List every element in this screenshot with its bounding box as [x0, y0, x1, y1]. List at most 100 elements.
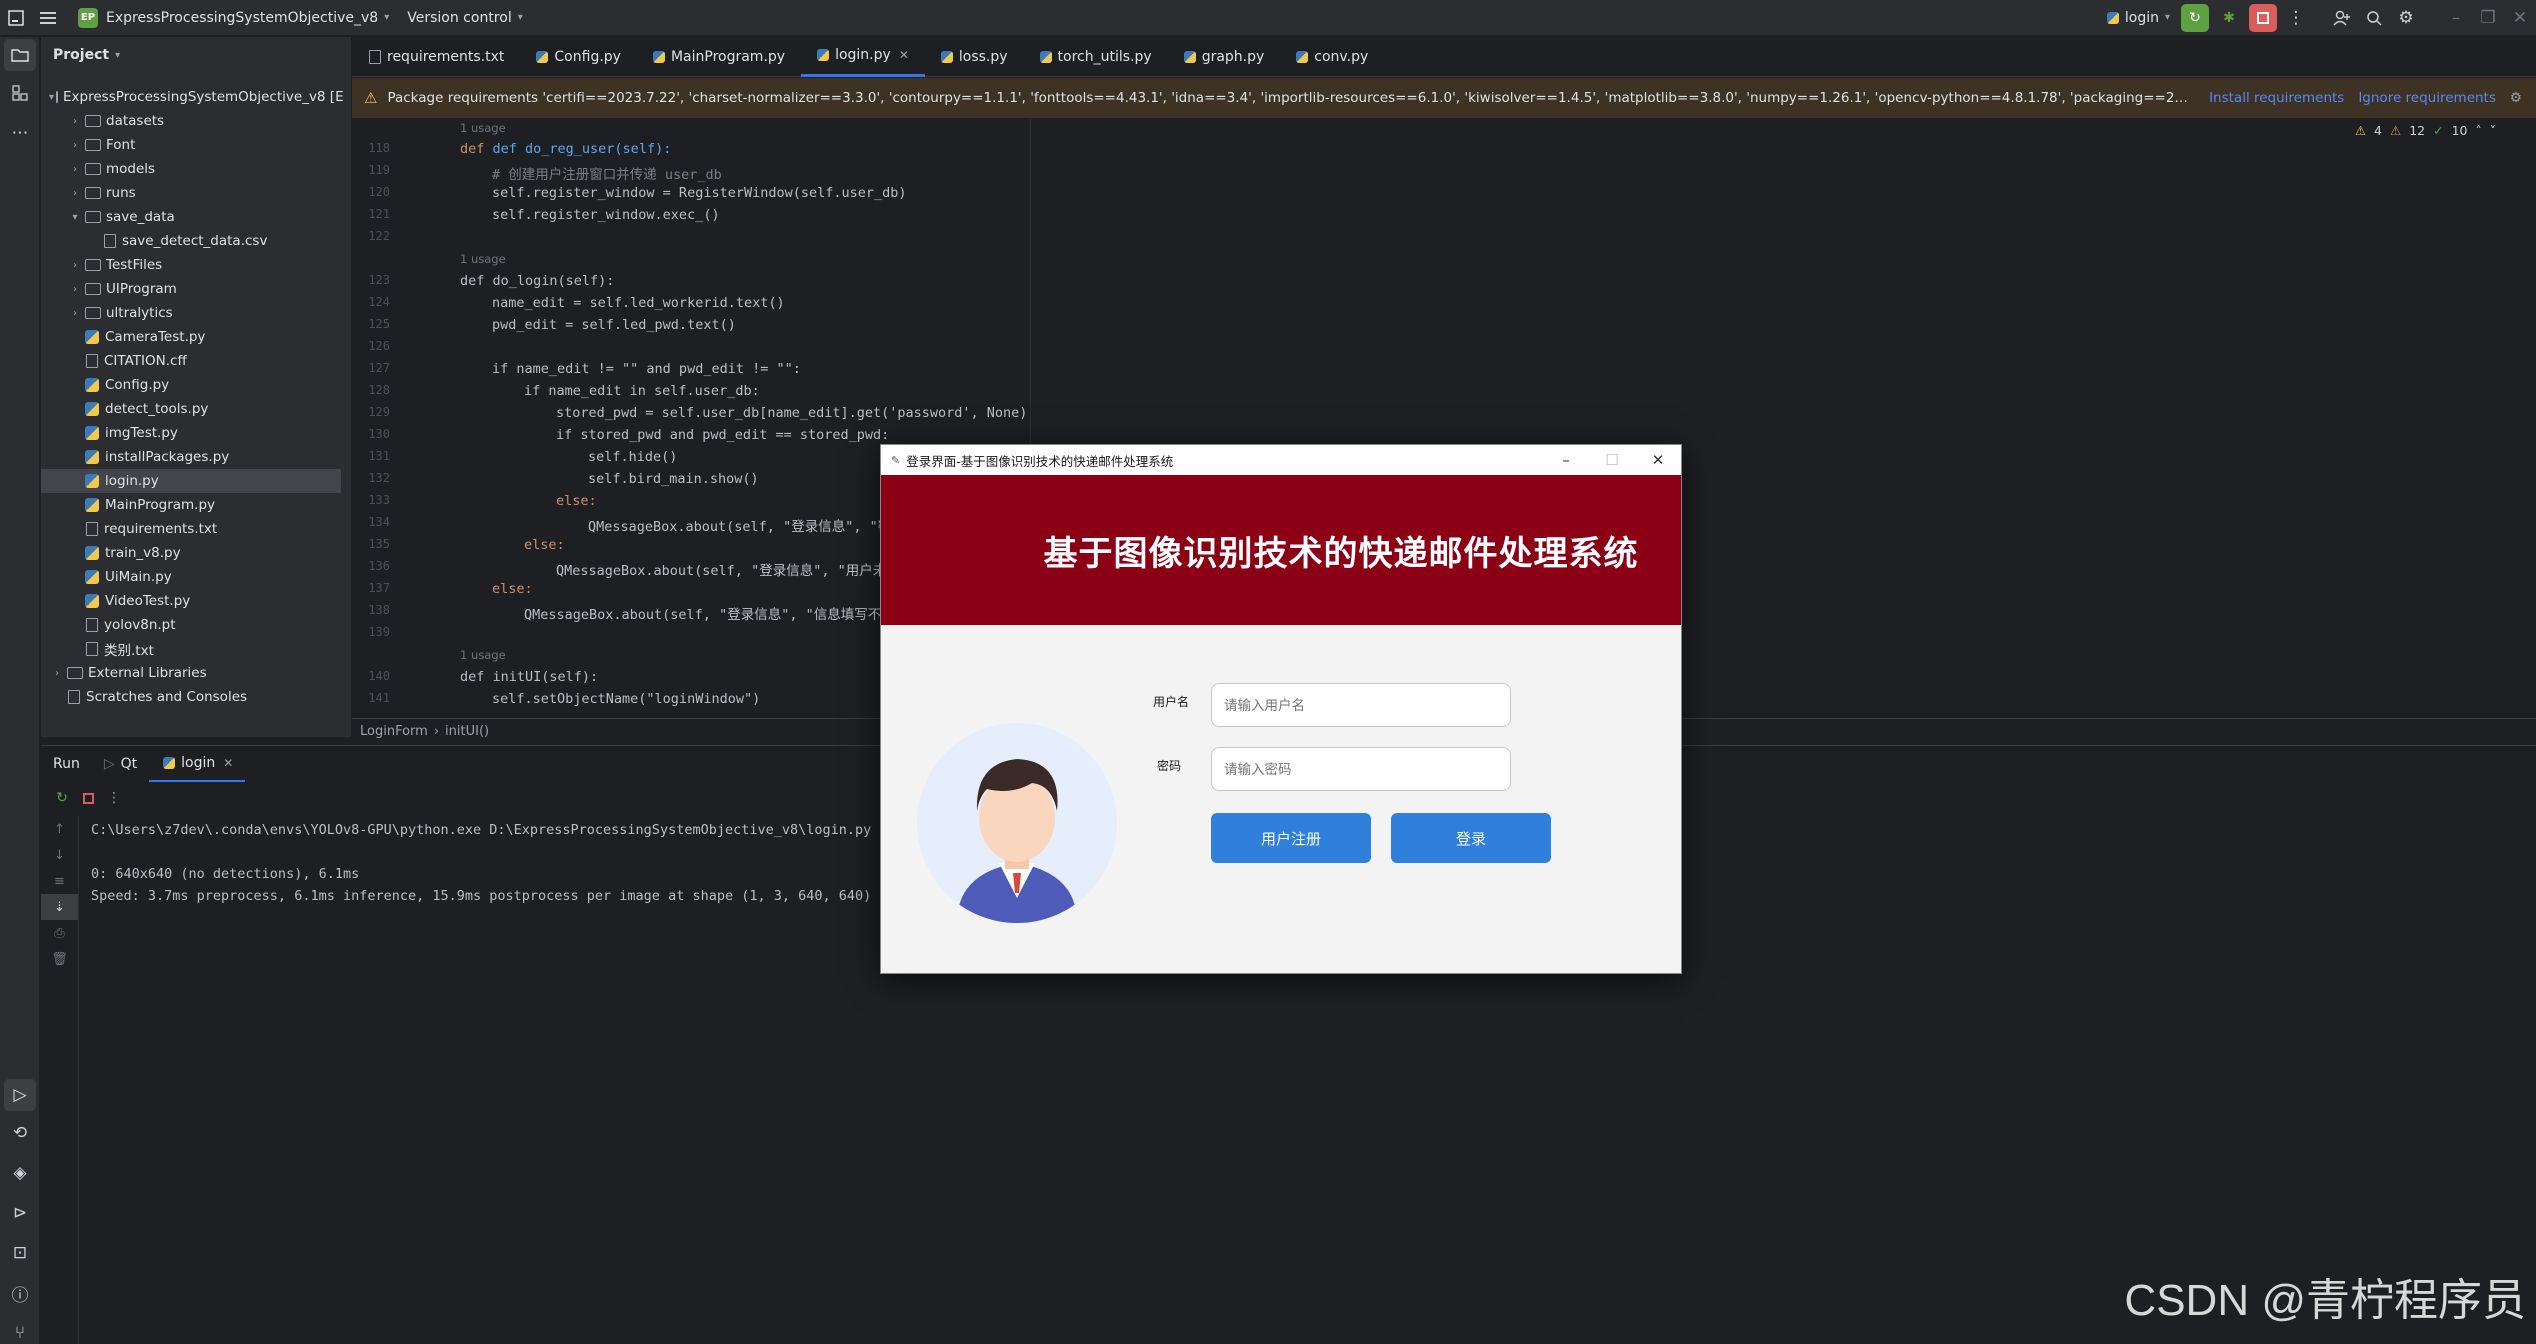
scroll-to-end-icon[interactable]: ⇣	[41, 894, 78, 920]
tab-graph-py[interactable]: graph.py	[1168, 37, 1281, 77]
tree-item-label: Scratches and Consoles	[86, 689, 248, 705]
tab-torch_utils-py[interactable]: torch_utils.py	[1024, 37, 1168, 77]
arrow-up-icon[interactable]: ↑	[41, 816, 78, 842]
vcs-selector[interactable]: Version control ▾	[407, 0, 523, 36]
minimize-icon[interactable]: –	[2440, 0, 2472, 36]
chevron-icon[interactable]: ›	[67, 188, 83, 199]
python-packages-icon[interactable]: ⟲	[0, 1113, 40, 1153]
tab-conv-py[interactable]: conv.py	[1280, 37, 1384, 77]
debug-icon[interactable]: ✱	[2215, 4, 2243, 32]
more-horizontal-icon[interactable]: ⋯	[0, 113, 40, 153]
chevron-icon[interactable]: ›	[67, 284, 83, 295]
chevron-icon[interactable]: ›	[67, 260, 83, 271]
chevron-icon[interactable]: ›	[67, 164, 83, 175]
structure-icon[interactable]	[0, 73, 40, 113]
more-vertical-icon[interactable]: ⋮	[101, 790, 127, 806]
trash-icon[interactable]: 🗑	[41, 946, 78, 972]
chevron-icon[interactable]: ›	[67, 116, 83, 127]
stop-icon[interactable]	[2249, 3, 2277, 32]
project-selector[interactable]: EP ExpressProcessingSystemObjective_v8 ▾	[78, 0, 389, 36]
tree-item[interactable]: Config.py	[41, 373, 341, 397]
breadcrumb-class[interactable]: LoginForm	[360, 724, 428, 739]
layers-icon[interactable]: ◈	[0, 1153, 40, 1193]
stop-icon[interactable]	[75, 792, 101, 804]
chevron-down-icon[interactable]: ˅	[2490, 123, 2496, 138]
tree-item[interactable]: Scratches and Consoles	[41, 685, 341, 709]
tree-item[interactable]: ▾ save_data	[41, 205, 341, 229]
run-config-selector[interactable]: login ▾	[2105, 0, 2170, 36]
tree-item[interactable]: › runs	[41, 181, 341, 205]
project-panel-header[interactable]: Project ▾	[41, 37, 351, 73]
chevron-icon[interactable]: ›	[67, 308, 83, 319]
more-vertical-icon[interactable]: ⋮	[2280, 0, 2312, 36]
tree-item[interactable]: UiMain.py	[41, 565, 341, 589]
tree-item[interactable]: train_v8.py	[41, 541, 341, 565]
python-file-icon	[85, 498, 99, 512]
close-icon[interactable]: ✕	[899, 48, 909, 62]
terminal-icon[interactable]: ⊡	[0, 1233, 40, 1273]
tree-item[interactable]: installPackages.py	[41, 445, 341, 469]
close-icon[interactable]: ✕	[2504, 0, 2536, 36]
tree-item[interactable]: ▾ ExpressProcessingSystemObjective_v8 [E	[41, 85, 344, 109]
tree-item[interactable]: › models	[41, 157, 341, 181]
services-icon[interactable]: ⊳	[0, 1193, 40, 1233]
chevron-icon[interactable]: ›	[49, 668, 65, 679]
tree-item[interactable]: save_detect_data.csv	[41, 229, 341, 253]
tree-item[interactable]: requirements.txt	[41, 517, 341, 541]
close-icon[interactable]: ✕	[223, 756, 233, 770]
restore-icon[interactable]: ❐	[2472, 0, 2504, 36]
tab-login-py[interactable]: login.py ✕	[801, 36, 925, 77]
tab-requirements-txt[interactable]: requirements.txt	[352, 37, 520, 77]
problems-icon[interactable]: ⓘ	[0, 1273, 40, 1313]
rerun-icon[interactable]: ↻	[49, 790, 75, 806]
maximize-icon[interactable]: ☐	[1589, 451, 1635, 469]
folder-icon[interactable]	[4, 39, 36, 71]
tree-item[interactable]: › datasets	[41, 109, 341, 133]
tree-item[interactable]: › TestFiles	[41, 253, 341, 277]
inspection-widget[interactable]: ⚠ 4 ⚠ 12 ✓ 10 ˄ ˅	[2355, 123, 2496, 138]
tab-loss-py[interactable]: loss.py	[925, 37, 1024, 77]
main-menu-icon[interactable]	[32, 0, 64, 36]
tree-item[interactable]: imgTest.py	[41, 421, 341, 445]
git-icon[interactable]: ⑂	[0, 1313, 40, 1344]
gear-icon[interactable]: ⚙	[2390, 0, 2422, 36]
close-icon[interactable]: ✕	[1635, 451, 1681, 469]
tree-item[interactable]: › External Libraries	[41, 661, 341, 685]
tab-qt[interactable]: ▷ Qt	[92, 746, 149, 782]
register-button[interactable]: 用户注册	[1211, 813, 1371, 863]
arrow-down-icon[interactable]: ↓	[41, 842, 78, 868]
gear-icon[interactable]: ⚙	[2510, 90, 2522, 106]
breadcrumb-method[interactable]: initUI()	[445, 724, 489, 739]
tree-item[interactable]: MainProgram.py	[41, 493, 341, 517]
tree-item[interactable]: › Font	[41, 133, 341, 157]
tree-item[interactable]: yolov8n.pt	[41, 613, 341, 637]
add-user-icon[interactable]	[2326, 0, 2358, 36]
password-input[interactable]	[1211, 747, 1511, 791]
minimize-icon[interactable]: –	[1543, 451, 1589, 469]
tree-item[interactable]: login.py	[41, 469, 341, 493]
tab-login[interactable]: login ✕	[149, 746, 246, 782]
username-input[interactable]	[1211, 683, 1511, 727]
login-button[interactable]: 登录	[1391, 813, 1551, 863]
code-line: self.hide()	[588, 449, 678, 465]
tree-item[interactable]: › ultralytics	[41, 301, 341, 325]
tree-item[interactable]: CITATION.cff	[41, 349, 341, 373]
tree-item[interactable]: VideoTest.py	[41, 589, 341, 613]
chevron-icon[interactable]: ▾	[67, 212, 83, 223]
print-icon[interactable]: ⎙	[41, 920, 78, 946]
tab-Config-py[interactable]: Config.py	[520, 37, 637, 77]
tree-item[interactable]: detect_tools.py	[41, 397, 341, 421]
search-icon[interactable]	[2358, 0, 2390, 36]
soft-wrap-icon[interactable]: ≡	[41, 868, 78, 894]
tree-item[interactable]: 类别.txt	[41, 637, 341, 661]
ignore-requirements-link[interactable]: Ignore requirements	[2358, 90, 2496, 106]
run-icon[interactable]: ▷	[4, 1079, 36, 1111]
tree-item[interactable]: CameraTest.py	[41, 325, 341, 349]
tab-MainProgram-py[interactable]: MainProgram.py	[637, 37, 801, 77]
chevron-icon[interactable]: ›	[67, 140, 83, 151]
chevron-up-icon[interactable]: ˄	[2476, 123, 2482, 138]
rerun-icon[interactable]: ↻	[2181, 3, 2209, 32]
tree-item[interactable]: › UIProgram	[41, 277, 341, 301]
chevron-icon[interactable]: ▾	[49, 92, 54, 103]
install-requirements-link[interactable]: Install requirements	[2209, 90, 2344, 106]
